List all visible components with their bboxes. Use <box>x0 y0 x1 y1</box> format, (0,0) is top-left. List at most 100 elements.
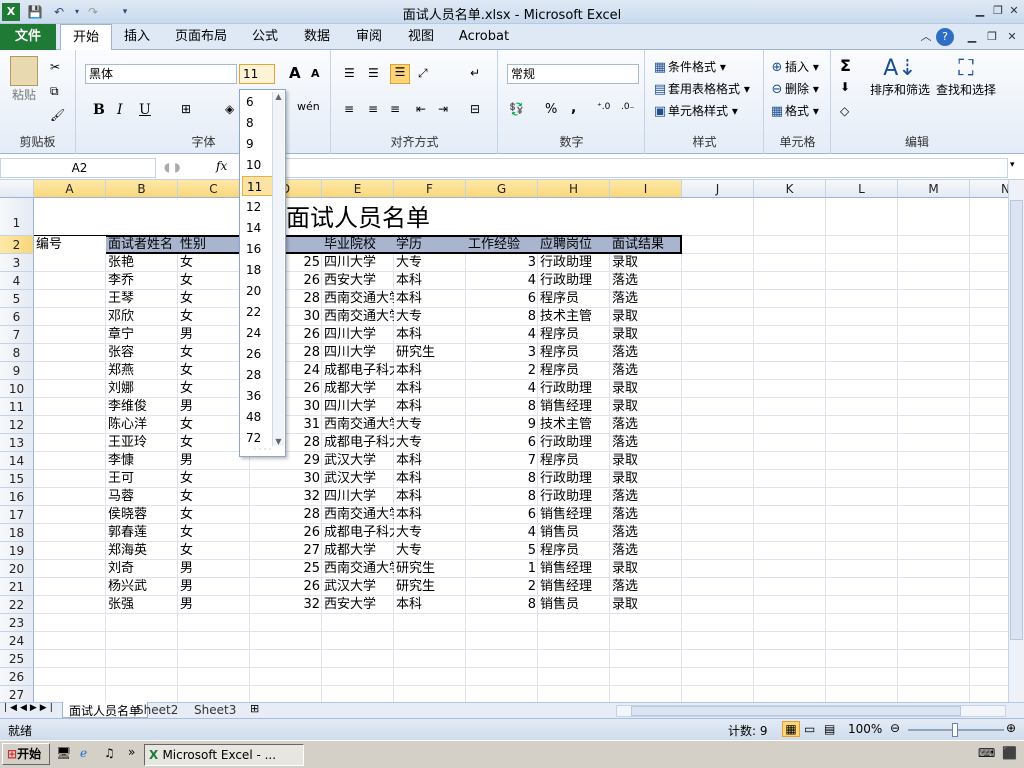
data-cell[interactable]: 四川大学 <box>322 398 394 416</box>
data-cell[interactable]: 程序员 <box>538 326 610 344</box>
data-cell[interactable]: 刘奇 <box>106 560 178 578</box>
data-cell[interactable]: 邓欣 <box>106 308 178 326</box>
vertical-scroll-thumb[interactable] <box>1010 200 1023 640</box>
font-size-option[interactable]: 48 <box>242 407 274 427</box>
font-size-option[interactable]: 9 <box>242 134 274 154</box>
font-size-option[interactable]: 26 <box>242 344 274 364</box>
data-cell[interactable] <box>34 380 106 398</box>
merge-center-icon[interactable]: ⊟ <box>470 102 480 116</box>
data-cell[interactable]: 4 <box>466 272 538 290</box>
cut-icon[interactable]: ✂ <box>50 60 60 74</box>
data-cell[interactable]: 大专 <box>394 524 466 542</box>
align-middle-icon[interactable]: ☰ <box>368 66 379 80</box>
font-size-option[interactable]: 14 <box>242 218 274 238</box>
data-cell[interactable]: 张艳 <box>106 254 178 272</box>
header-cell[interactable]: 面试者姓名 <box>106 236 178 254</box>
data-cell[interactable]: 成都电子科大 <box>322 524 394 542</box>
data-cell[interactable]: 程序员 <box>538 344 610 362</box>
column-header[interactable]: G <box>466 180 538 198</box>
format-cells-button[interactable]: ▦ 格式 ▾ <box>769 102 819 120</box>
data-cell[interactable]: 落选 <box>610 578 682 596</box>
cell-styles-button[interactable]: ▣ 单元格样式 ▾ <box>652 102 738 120</box>
column-header[interactable]: J <box>682 180 754 198</box>
vertical-scrollbar[interactable] <box>1008 180 1024 702</box>
sheet-title[interactable]: 面试人员名单 <box>34 200 682 236</box>
data-cell[interactable]: 四川大学 <box>322 488 394 506</box>
data-cell[interactable]: 行政助理 <box>538 488 610 506</box>
scroll-down-icon[interactable]: ▼ <box>273 437 284 446</box>
data-cell[interactable]: 30 <box>250 470 322 488</box>
data-cell[interactable]: 落选 <box>610 434 682 452</box>
data-cell[interactable]: 男 <box>178 596 250 614</box>
data-cell[interactable]: 录取 <box>610 452 682 470</box>
row-header[interactable]: 1 <box>0 198 34 236</box>
page-layout-view-icon[interactable]: ▭ <box>804 722 815 736</box>
data-cell[interactable]: 成都大学 <box>322 380 394 398</box>
data-cell[interactable]: 郭春莲 <box>106 524 178 542</box>
data-cell[interactable]: 陈心洋 <box>106 416 178 434</box>
tab-review[interactable]: 审阅 <box>348 24 390 50</box>
data-cell[interactable]: 男 <box>178 560 250 578</box>
row-header[interactable]: 20 <box>0 560 34 578</box>
resize-grip-icon[interactable]: · · · · <box>240 446 285 456</box>
copy-icon[interactable]: ⧉ <box>50 84 59 99</box>
data-cell[interactable]: 1 <box>466 560 538 578</box>
number-format-box[interactable]: 常规 <box>507 64 639 84</box>
row-header[interactable]: 11 <box>0 398 34 416</box>
new-sheet-icon[interactable]: ⊞ <box>250 702 259 715</box>
data-cell[interactable] <box>34 596 106 614</box>
row-header[interactable]: 4 <box>0 272 34 290</box>
row-header[interactable]: 15 <box>0 470 34 488</box>
header-cell[interactable]: 学历 <box>394 236 466 254</box>
row-header[interactable]: 17 <box>0 506 34 524</box>
data-cell[interactable] <box>34 326 106 344</box>
data-cell[interactable]: 李慷 <box>106 452 178 470</box>
data-cell[interactable]: 技术主管 <box>538 308 610 326</box>
ie-icon[interactable]: ℯ <box>80 746 87 760</box>
data-cell[interactable] <box>34 542 106 560</box>
currency-icon[interactable]: 💱 <box>509 102 524 116</box>
row-header[interactable]: 18 <box>0 524 34 542</box>
row-header[interactable]: 3 <box>0 254 34 272</box>
data-cell[interactable] <box>34 416 106 434</box>
data-cell[interactable]: 本科 <box>394 380 466 398</box>
align-right-icon[interactable]: ≡ <box>390 102 400 116</box>
bold-button[interactable]: B <box>93 102 105 118</box>
data-cell[interactable]: 行政助理 <box>538 470 610 488</box>
data-cell[interactable]: 落选 <box>610 542 682 560</box>
column-header[interactable]: E <box>322 180 394 198</box>
close-icon[interactable]: ✕ <box>1004 2 1024 20</box>
data-cell[interactable]: 落选 <box>610 524 682 542</box>
data-cell[interactable]: 25 <box>250 560 322 578</box>
find-select-button[interactable]: ⛶ 查找和选择 <box>934 56 998 98</box>
italic-button[interactable]: I <box>117 102 123 118</box>
row-header[interactable]: 5 <box>0 290 34 308</box>
row-header[interactable]: 16 <box>0 488 34 506</box>
tab-data[interactable]: 数据 <box>296 24 338 50</box>
font-size-option[interactable]: 10 <box>242 155 274 175</box>
data-cell[interactable]: 四川大学 <box>322 254 394 272</box>
data-cell[interactable]: 销售员 <box>538 596 610 614</box>
worksheet-grid[interactable]: ABCDEFGHIJKLMN 1234567891011121314151617… <box>0 180 1008 702</box>
font-size-option[interactable]: 28 <box>242 365 274 385</box>
row-header[interactable]: 22 <box>0 596 34 614</box>
data-cell[interactable]: 大专 <box>394 308 466 326</box>
data-cell[interactable]: 杨兴武 <box>106 578 178 596</box>
data-cell[interactable]: 西安大学 <box>322 272 394 290</box>
start-button[interactable]: ⊞开始 <box>2 743 50 765</box>
data-cell[interactable]: 成都电子科大 <box>322 362 394 380</box>
data-cell[interactable]: 4 <box>466 326 538 344</box>
column-header[interactable]: M <box>898 180 970 198</box>
data-cell[interactable] <box>34 488 106 506</box>
data-cell[interactable]: 5 <box>466 542 538 560</box>
desktop-icon[interactable]: 🖥 <box>56 746 71 760</box>
data-cell[interactable]: 本科 <box>394 506 466 524</box>
data-cell[interactable] <box>34 344 106 362</box>
data-cell[interactable]: 9 <box>466 416 538 434</box>
data-cell[interactable]: 技术主管 <box>538 416 610 434</box>
font-size-option[interactable]: 36 <box>242 386 274 406</box>
data-cell[interactable]: 行政助理 <box>538 272 610 290</box>
normal-view-icon[interactable]: ▦ <box>782 721 800 737</box>
data-cell[interactable]: 成都电子科大 <box>322 434 394 452</box>
horizontal-scroll-thumb[interactable] <box>631 706 961 716</box>
